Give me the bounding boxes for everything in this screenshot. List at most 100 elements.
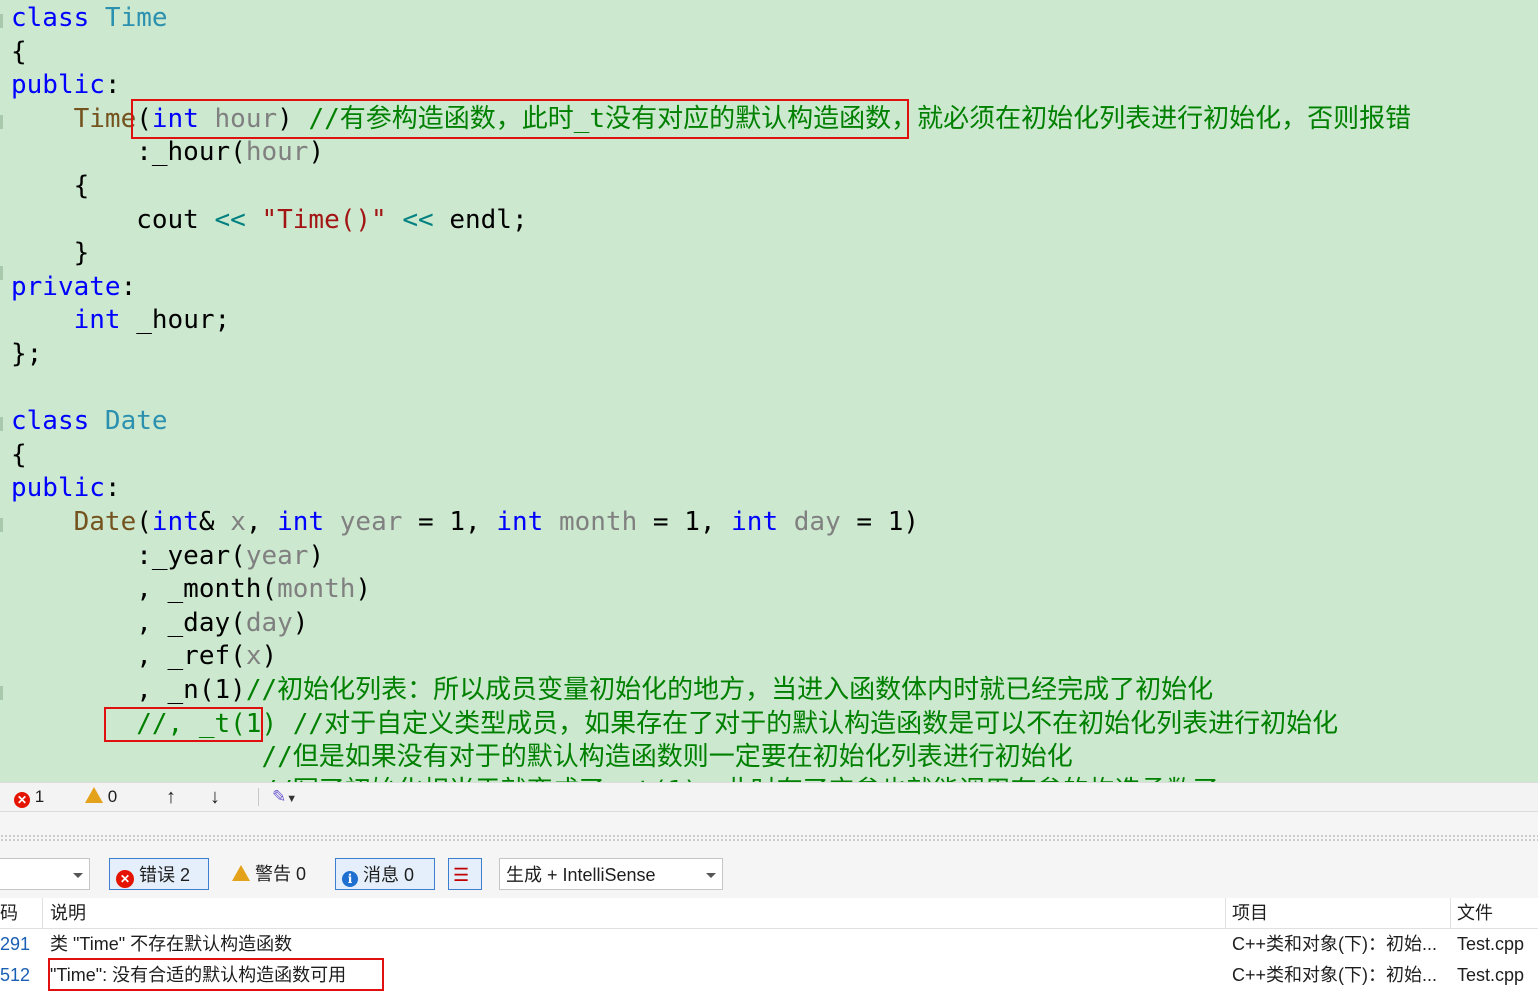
code-token: <<: [402, 204, 434, 235]
warning-icon: [232, 865, 250, 881]
fold-marker[interactable]: [0, 14, 3, 28]
scope-dropdown[interactable]: [0, 858, 90, 890]
errors-filter-label: 错误 2: [139, 865, 191, 885]
code-token: = 1,: [637, 507, 732, 537]
column-header-file[interactable]: 文件: [1457, 898, 1493, 928]
code-token: = 1): [840, 507, 920, 537]
broom-icon: ✎: [272, 787, 287, 806]
status-errors[interactable]: ✕ 1: [14, 786, 44, 808]
warnings-filter-button[interactable]: 警告 0: [228, 858, 320, 890]
code-token: (: [230, 607, 246, 638]
code-token: :: [120, 271, 137, 302]
code-line[interactable]: {: [11, 169, 90, 203]
fold-marker[interactable]: [0, 417, 3, 431]
fold-marker[interactable]: [0, 518, 3, 532]
code-cleanup-button[interactable]: ✎▼: [272, 786, 297, 808]
code-token: private: [11, 271, 121, 302]
error-code[interactable]: 291: [0, 929, 30, 959]
chevron-down-icon: [706, 873, 716, 878]
code-token: ): [355, 574, 372, 605]
error-project: C++类和对象(下)：初始...: [1232, 965, 1438, 985]
code-line[interactable]: {: [11, 438, 27, 472]
fold-marker[interactable]: [0, 115, 3, 129]
code-token: int: [277, 507, 325, 537]
code-token: Time: [73, 103, 137, 134]
chevron-down-icon: ▼: [286, 793, 298, 805]
code-line[interactable]: public:: [11, 68, 121, 102]
code-token: <<: [214, 204, 246, 235]
error-icon: ✕: [116, 870, 134, 888]
code-line[interactable]: public:: [11, 471, 121, 505]
error-file: Test.cpp: [1457, 965, 1525, 985]
status-warnings[interactable]: 0: [85, 786, 117, 808]
code-token: //初始化列表：所以成员变量初始化的地方，当进入函数体内时就已经完成了初始化: [245, 675, 1214, 705]
code-token: x: [230, 507, 246, 537]
code-line[interactable]: cout << "Time()" << endl;: [11, 203, 527, 237]
column-header-code[interactable]: 码: [0, 898, 18, 928]
fold-marker[interactable]: [0, 686, 3, 700]
panel-splitter[interactable]: [0, 812, 1538, 854]
column-divider[interactable]: [1450, 898, 1451, 928]
column-header-project[interactable]: 项目: [1232, 898, 1268, 928]
code-line[interactable]: //但是如果没有对于的默认构造函数则一定要在初始化列表进行初始化: [11, 740, 1073, 774]
code-token: x: [245, 641, 262, 672]
source-filter-value: 生成 + IntelliSense: [506, 865, 656, 885]
code-token: //但是如果没有对于的默认构造函数则一定要在初始化列表进行初始化: [11, 742, 1073, 773]
code-token: (: [230, 540, 246, 571]
code-line[interactable]: class Time: [11, 1, 168, 35]
error-code[interactable]: 512: [0, 960, 30, 990]
code-token: (: [261, 574, 278, 605]
code-token: &: [198, 507, 231, 537]
code-line[interactable]: , _day(day): [11, 606, 308, 640]
code-line[interactable]: {: [11, 35, 27, 69]
code-token: {: [11, 36, 27, 67]
code-token: }: [11, 238, 90, 269]
code-token: , _day: [11, 607, 231, 638]
fold-marker[interactable]: [0, 266, 3, 280]
code-line[interactable]: , _month(month): [11, 572, 371, 606]
code-line[interactable]: :_year(year): [11, 539, 324, 573]
code-token: Time: [104, 3, 168, 33]
messages-filter-button[interactable]: i 消息 0: [335, 858, 435, 890]
error-file: Test.cpp: [1457, 934, 1525, 954]
code-token: year: [245, 540, 309, 571]
code-line[interactable]: Date(int& x, int year = 1, int month = 1…: [11, 505, 919, 539]
code-token: year: [339, 507, 403, 537]
splitter-grip[interactable]: [0, 834, 1538, 842]
column-divider[interactable]: [1225, 898, 1226, 928]
code-line[interactable]: :_hour(hour): [11, 135, 324, 169]
code-token: , _n(1): [11, 675, 246, 705]
code-line[interactable]: , _ref(x): [11, 639, 277, 673]
code-line[interactable]: };: [11, 337, 42, 371]
code-line[interactable]: }: [11, 236, 90, 270]
highlight-box-commented-t-init: [104, 707, 263, 742]
code-token: Date: [73, 507, 137, 537]
code-token: Date: [104, 406, 168, 437]
code-token: (: [136, 507, 152, 537]
code-editor[interactable]: class Time{public: Time(int hour) //有参构造…: [0, 0, 1538, 782]
errors-filter-button[interactable]: ✕ 错误 2: [109, 858, 209, 890]
code-line[interactable]: //写了初始化相当于就变成了 _t(1)，此时有了它参也就能调用有参的构造函数了: [11, 774, 1218, 782]
code-token: public: [11, 473, 105, 504]
code-line[interactable]: class Date: [11, 404, 168, 438]
column-divider[interactable]: [42, 898, 43, 928]
column-header-description[interactable]: 说明: [50, 898, 86, 928]
status-warnings-count: 0: [107, 787, 118, 806]
code-token: class: [11, 3, 105, 33]
error-project: C++类和对象(下)：初始...: [1232, 934, 1438, 954]
code-line[interactable]: private:: [11, 270, 136, 304]
filter-toggle-button[interactable]: ☰: [448, 858, 482, 890]
arrow-down-icon[interactable]: ↓: [210, 786, 220, 808]
code-token: int: [73, 305, 121, 336]
code-token: day: [793, 507, 841, 537]
error-list-grid: 码 说明 项目 文件 291 类 "Time" 不存在默认构造函数 C++类和对…: [0, 898, 1538, 1006]
editor-status-bar: ✕ 1 0 ↑ ↓ ✎▼: [0, 782, 1538, 812]
arrow-up-icon[interactable]: ↑: [166, 786, 176, 808]
code-line[interactable]: , _n(1)//初始化列表：所以成员变量初始化的地方，当进入函数体内时就已经完…: [11, 673, 1213, 707]
source-filter-dropdown[interactable]: 生成 + IntelliSense: [499, 858, 723, 890]
code-token: int: [151, 507, 199, 537]
code-line[interactable]: int _hour;: [11, 303, 231, 337]
